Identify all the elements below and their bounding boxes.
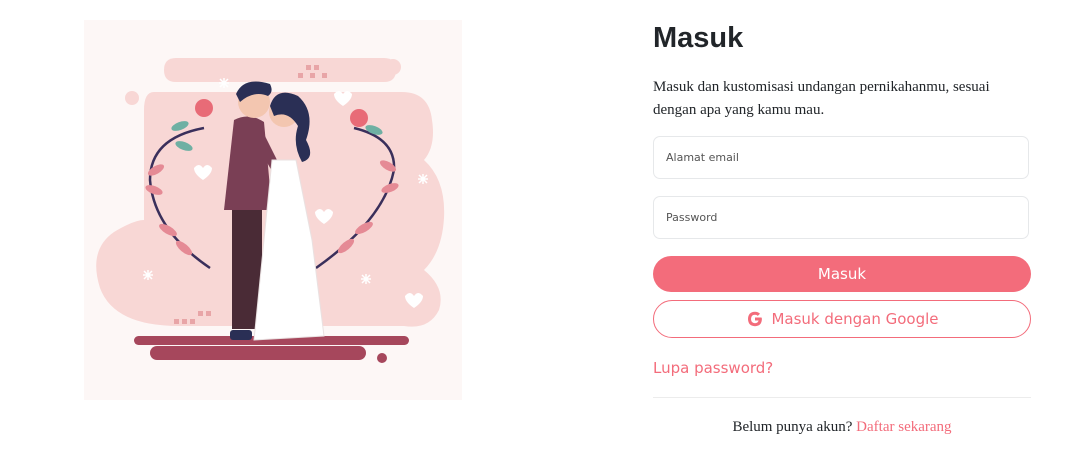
page-subtitle: Masuk dan kustomisasi undangan pernikaha… xyxy=(653,79,990,118)
page-title: Masuk xyxy=(653,22,744,54)
signup-prompt: Belum punya akun? Daftar sekarang xyxy=(653,419,1031,436)
ground-shadow xyxy=(134,336,409,363)
signup-link[interactable]: Daftar sekarang xyxy=(856,419,951,435)
divider xyxy=(653,397,1031,398)
wedding-illustration xyxy=(84,20,462,400)
wedding-couple-illustration xyxy=(96,58,445,363)
login-panel: Masuk Masuk dan kustomisasi undangan per… xyxy=(653,20,1031,435)
email-field[interactable] xyxy=(653,136,1029,179)
login-button-label: Masuk xyxy=(817,265,867,283)
signup-prompt-text: Belum punya akun? xyxy=(732,419,853,435)
forgot-password-link[interactable]: Lupa password? xyxy=(653,359,773,377)
google-icon xyxy=(745,309,765,329)
password-field[interactable] xyxy=(653,196,1029,239)
google-login-label: Masuk dengan Google xyxy=(771,310,939,328)
login-button[interactable]: Masuk xyxy=(653,256,1031,292)
google-login-button[interactable]: Masuk dengan Google xyxy=(653,300,1031,338)
